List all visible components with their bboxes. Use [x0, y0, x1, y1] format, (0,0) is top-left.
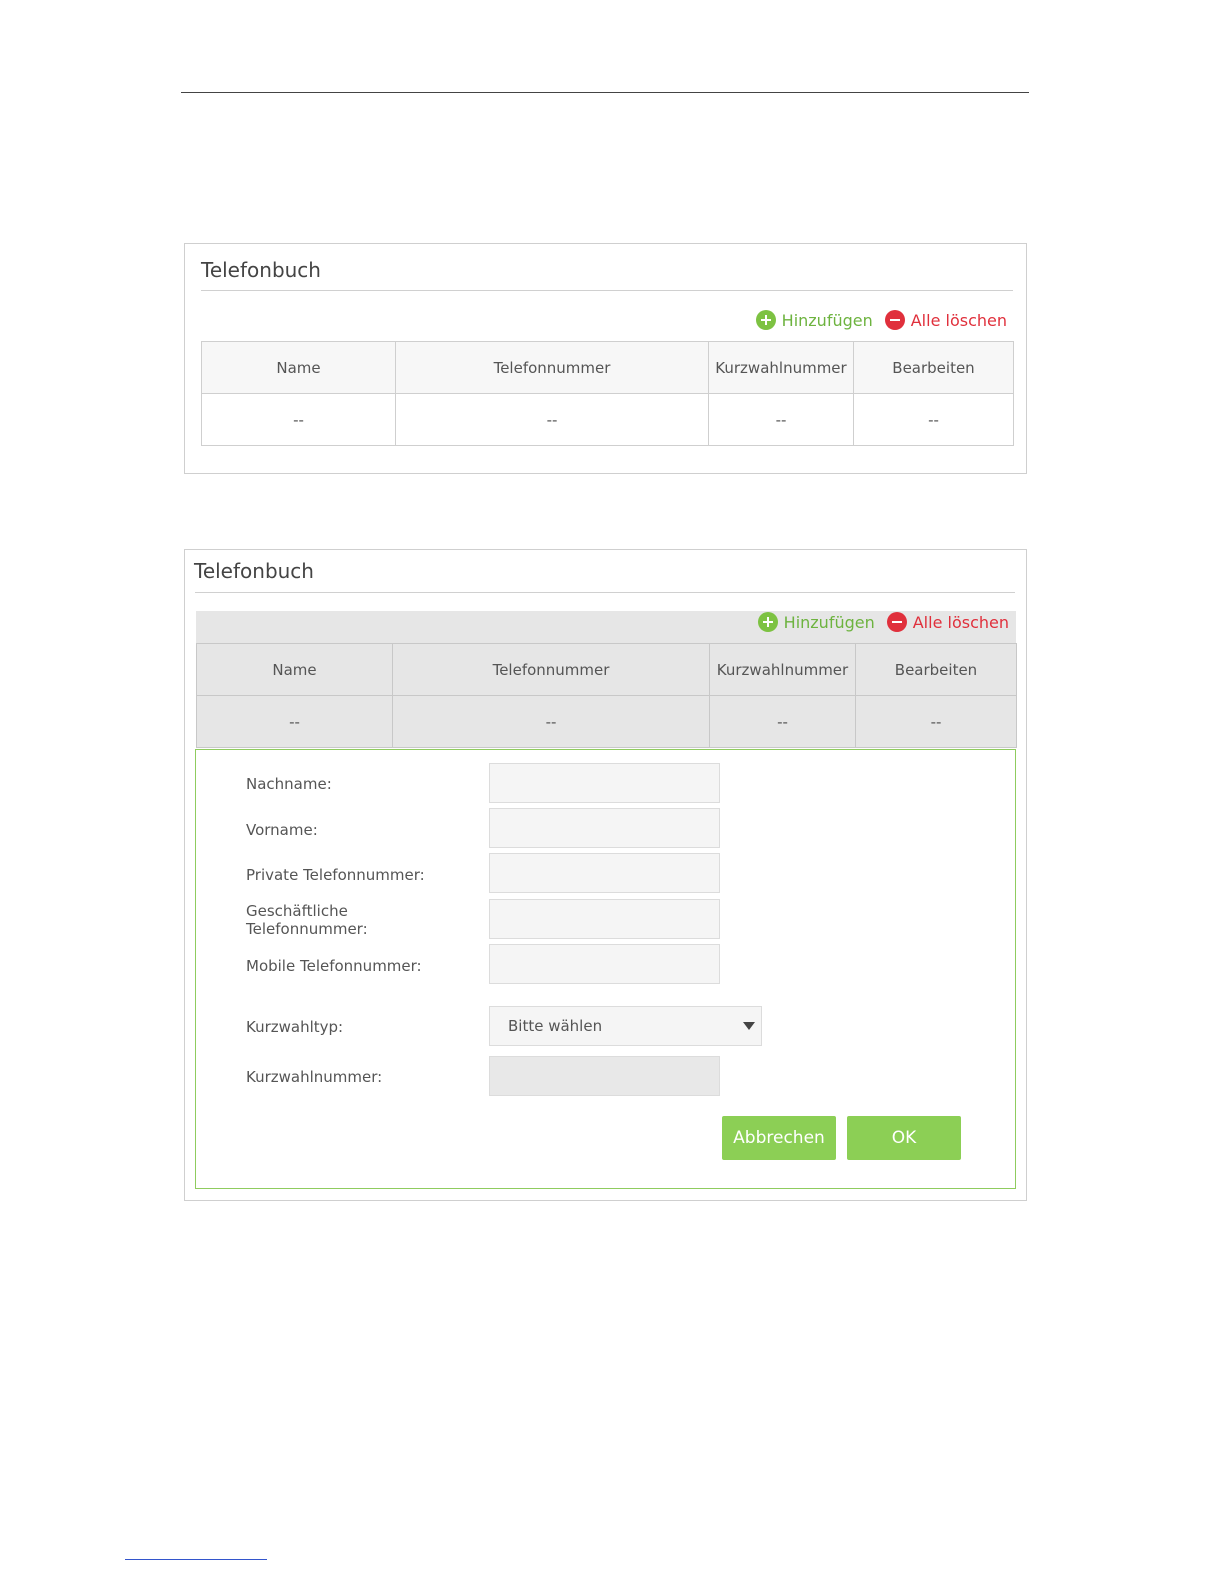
add-label: Hinzufügen: [781, 310, 873, 330]
column-header-phone: Telefonnummer: [395, 341, 709, 394]
table-row: -- -- -- --: [201, 393, 1014, 446]
caret-down-icon: [743, 1022, 755, 1030]
business-phone-label-line2: Telefonnummer:: [246, 920, 368, 938]
table-header-row: Name Telefonnummer Kurzwahlnummer Bearbe…: [196, 643, 1017, 696]
ok-button[interactable]: OK: [847, 1116, 961, 1160]
table-cell: --: [855, 695, 1017, 748]
first-name-label: Vorname:: [246, 821, 318, 839]
private-phone-input[interactable]: [489, 853, 720, 893]
table-actions: Hinzufügen Alle löschen: [757, 610, 1009, 634]
table-cell: --: [392, 695, 710, 748]
table-cell: --: [708, 393, 854, 446]
delete-all-button[interactable]: Alle löschen: [886, 612, 1009, 632]
speed-dial-type-label: Kurzwahltyp:: [246, 1018, 344, 1036]
column-header-phone: Telefonnummer: [392, 643, 710, 696]
panel-title: Telefonbuch: [194, 559, 314, 583]
column-header-edit: Bearbeiten: [855, 643, 1017, 696]
table-cell: --: [196, 695, 393, 748]
delete-all-label: Alle löschen: [910, 310, 1007, 330]
column-header-speed-dial: Kurzwahlnummer: [708, 341, 854, 394]
phonebook-table: Name Telefonnummer Kurzwahlnummer Bearbe…: [201, 341, 1014, 446]
phonebook-panel-editing: Telefonbuch Hinzufügen Alle löschen Name…: [184, 549, 1027, 1201]
plus-icon: [757, 612, 778, 632]
first-name-input[interactable]: [489, 808, 720, 848]
cancel-button[interactable]: Abbrechen: [722, 1116, 836, 1160]
speed-dial-number-input[interactable]: [489, 1056, 720, 1096]
column-header-name: Name: [201, 341, 396, 394]
last-name-label: Nachname:: [246, 775, 332, 793]
speed-dial-type-select[interactable]: Bitte wählen: [489, 1006, 762, 1046]
business-phone-label-line1: Geschäftliche: [246, 902, 348, 920]
phonebook-table: Name Telefonnummer Kurzwahlnummer Bearbe…: [196, 643, 1017, 748]
add-button[interactable]: Hinzufügen: [757, 612, 875, 632]
last-name-input[interactable]: [489, 763, 720, 803]
table-row: -- -- -- --: [196, 695, 1017, 748]
add-label: Hinzufügen: [783, 612, 875, 632]
speed-dial-type-value: Bitte wählen: [508, 1017, 603, 1035]
plus-icon: [755, 310, 776, 330]
private-phone-label: Private Telefonnummer:: [246, 866, 425, 884]
table-cell: --: [709, 695, 856, 748]
table-cell: --: [395, 393, 709, 446]
delete-all-label: Alle löschen: [912, 612, 1009, 632]
table-cell: --: [853, 393, 1014, 446]
table-cell: --: [201, 393, 396, 446]
column-header-edit: Bearbeiten: [853, 341, 1014, 394]
delete-all-button[interactable]: Alle löschen: [884, 310, 1007, 330]
business-phone-label: Geschäftliche Telefonnummer:: [246, 902, 368, 938]
column-header-name: Name: [196, 643, 393, 696]
add-entry-form: Nachname: Vorname: Private Telefonnummer…: [195, 749, 1016, 1189]
business-phone-input[interactable]: [489, 899, 720, 939]
panel-title: Telefonbuch: [201, 258, 321, 282]
minus-icon: [884, 310, 905, 330]
footnote-rule: [125, 1559, 267, 1560]
mobile-phone-label: Mobile Telefonnummer:: [246, 957, 422, 975]
phonebook-panel: Telefonbuch Hinzufügen Alle löschen Name…: [184, 243, 1027, 474]
page-header-rule: [181, 92, 1029, 93]
minus-icon: [886, 612, 907, 632]
table-header-row: Name Telefonnummer Kurzwahlnummer Bearbe…: [201, 341, 1014, 394]
title-divider: [195, 592, 1015, 593]
column-header-speed-dial: Kurzwahlnummer: [709, 643, 856, 696]
speed-dial-number-label: Kurzwahlnummer:: [246, 1068, 383, 1086]
table-actions: Hinzufügen Alle löschen: [755, 308, 1007, 332]
mobile-phone-input[interactable]: [489, 944, 720, 984]
add-button[interactable]: Hinzufügen: [755, 310, 873, 330]
title-divider: [201, 290, 1013, 291]
